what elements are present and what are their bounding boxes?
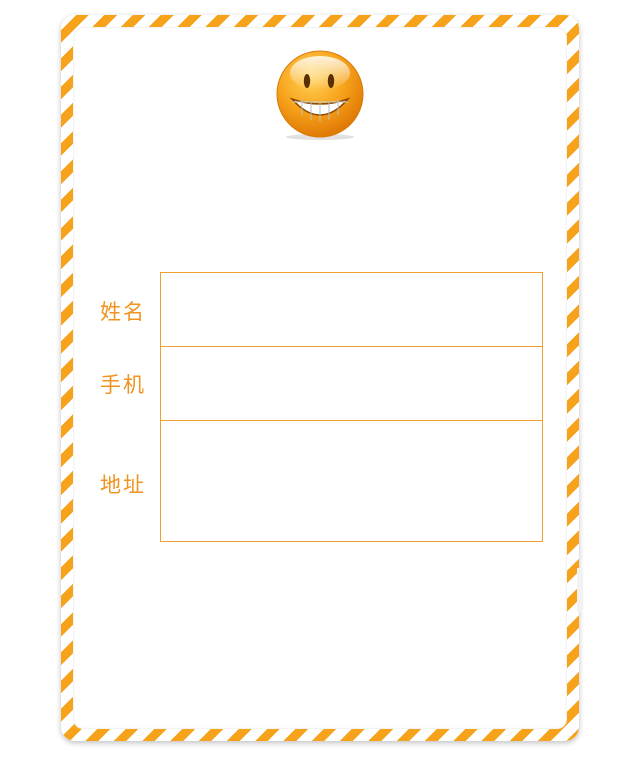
contact-form <box>160 272 543 542</box>
name-input[interactable] <box>161 273 542 346</box>
phone-input[interactable] <box>161 347 542 420</box>
smiley-face-icon <box>276 50 364 140</box>
side-tab <box>577 568 583 612</box>
phone-row <box>161 347 542 421</box>
phone-label: 手机 <box>100 373 146 397</box>
address-row <box>161 421 542 541</box>
address-label: 地址 <box>100 473 146 497</box>
name-label: 姓名 <box>100 300 146 324</box>
name-row <box>161 273 542 347</box>
page: 姓名 手机 地址 <box>0 0 640 780</box>
address-textarea[interactable] <box>161 421 542 541</box>
